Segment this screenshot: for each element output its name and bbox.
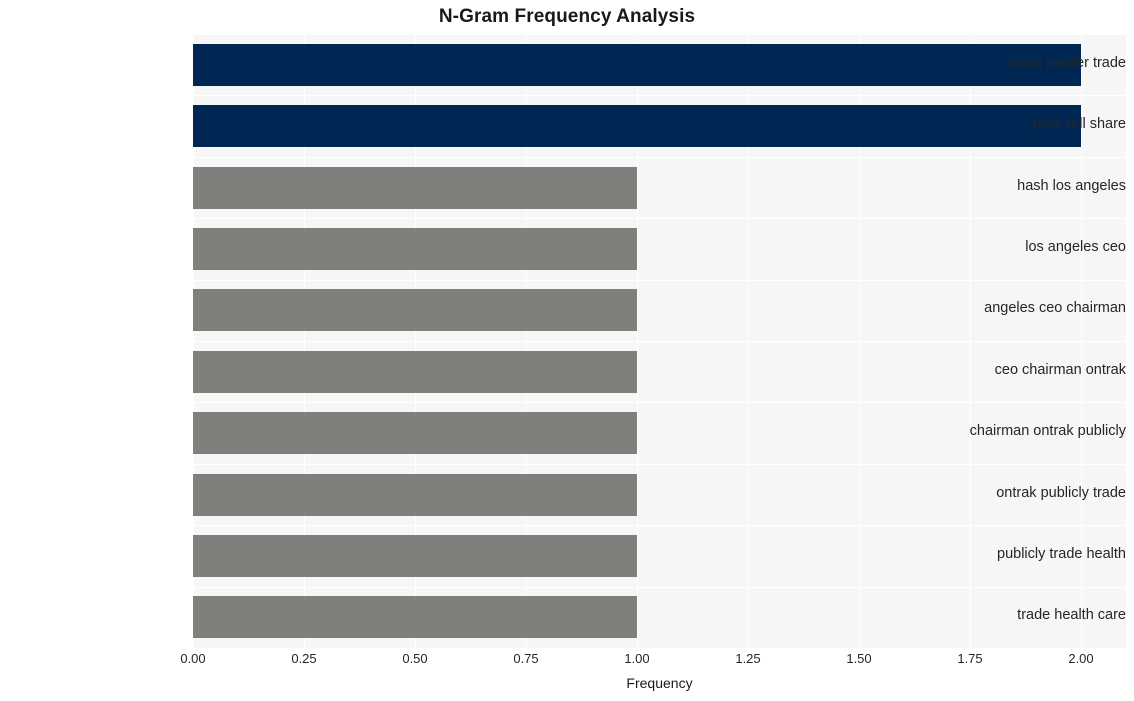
bar (193, 473, 637, 516)
y-axis-tick-label: los angeles ceo (1025, 238, 1126, 255)
horizontal-gridline (193, 34, 1126, 35)
bar (193, 534, 637, 577)
horizontal-gridline (193, 280, 1126, 281)
horizontal-gridline (193, 218, 1126, 219)
x-axis-tick-label: 2.00 (1068, 651, 1094, 666)
y-axis-tick-label: chairman ontrak publicly (969, 423, 1126, 440)
y-axis-tick-label: hash los angeles (1017, 177, 1126, 194)
x-axis-tick-label: 1.00 (624, 651, 650, 666)
y-axis-tick-label: publicly trade health (997, 545, 1126, 562)
x-axis-tick-label: 1.75 (957, 651, 983, 666)
horizontal-gridline (193, 525, 1126, 526)
y-axis-tick-label: ontrak publicly trade (996, 484, 1126, 501)
y-axis-tick-label: count insider trade (1006, 54, 1126, 71)
x-axis-label: Frequency (626, 675, 693, 691)
bar (193, 289, 637, 332)
horizontal-gridline (193, 587, 1126, 588)
y-axis-tick-label: angeles ceo chairman (984, 300, 1126, 317)
ngram-frequency-chart: N-Gram Frequency Analysis count insider … (0, 0, 1134, 701)
bar (193, 227, 637, 270)
horizontal-gridline (193, 157, 1126, 158)
x-axis-tick-label: 0.00 (180, 651, 206, 666)
horizontal-gridline (193, 464, 1126, 465)
bar (193, 166, 637, 209)
bar (193, 412, 637, 455)
horizontal-gridline (193, 341, 1126, 342)
y-axis-tick-label: trade health care (1017, 607, 1126, 624)
y-axis-tick-label: plan sell share (1032, 116, 1127, 133)
x-axis-tick-label: 0.50 (402, 651, 428, 666)
chart-title: N-Gram Frequency Analysis (438, 6, 696, 27)
x-axis-tick-label: 0.75 (513, 651, 539, 666)
y-axis-tick-label: ceo chairman ontrak (994, 361, 1126, 378)
horizontal-gridline (193, 95, 1126, 96)
x-axis-tick-label: 0.25 (291, 651, 317, 666)
bar (193, 350, 637, 393)
x-axis-tick-label: 1.25 (735, 651, 761, 666)
bar (193, 596, 637, 639)
x-axis-tick-label: 1.50 (846, 651, 872, 666)
horizontal-gridline (193, 402, 1126, 403)
